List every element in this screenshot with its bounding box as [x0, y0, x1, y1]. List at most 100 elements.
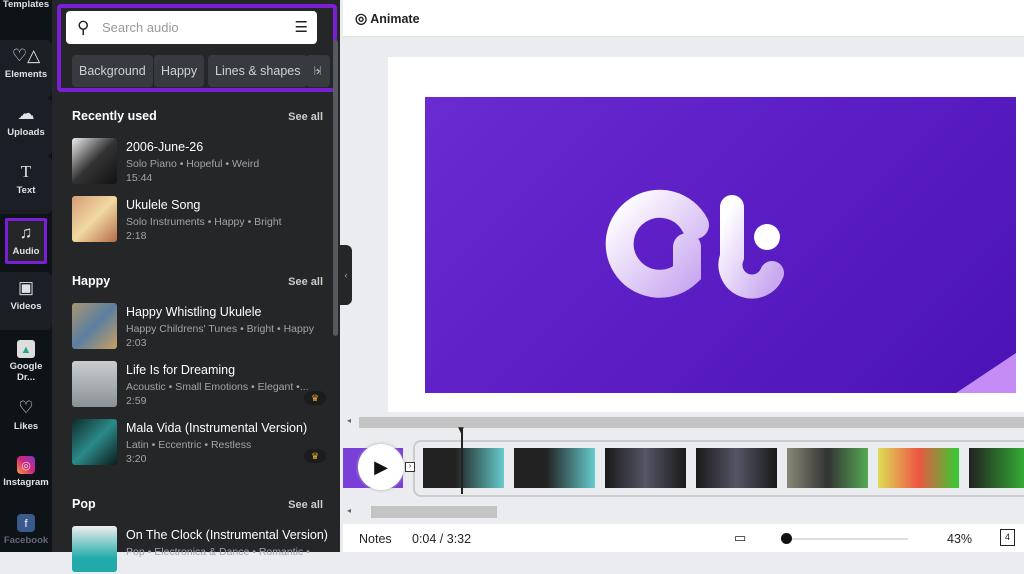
animate-icon: ◎: [355, 10, 368, 26]
track-duration: 3:20: [126, 453, 147, 465]
section-title: Pop: [72, 497, 96, 511]
track-thumbnail: [72, 526, 117, 572]
track-item[interactable]: Mala Vida (Instrumental Version) Latin • …: [72, 419, 332, 467]
track-item[interactable]: Life Is for Dreaming Acoustic • Small Emo…: [72, 361, 332, 409]
track-duration: 2:59: [126, 395, 147, 407]
track-thumbnail: [72, 303, 117, 349]
label: Instagram: [3, 477, 49, 488]
track-item[interactable]: Ukulele Song Solo Instruments • Happy • B…: [72, 196, 332, 244]
chip-lines-shapes[interactable]: Lines & shapes: [208, 55, 308, 87]
track-item[interactable]: 2006-June-26 Solo Piano • Hopeful • Weird…: [72, 138, 332, 186]
collapse-panel-handle[interactable]: ‹: [340, 245, 352, 305]
instagram-icon: ◎: [17, 456, 35, 474]
page-count-button[interactable]: 4: [1000, 529, 1015, 546]
chip-happy[interactable]: Happy: [154, 55, 205, 87]
present-view-icon[interactable]: ▭: [734, 530, 746, 546]
chip-next[interactable]: H›: [306, 55, 330, 87]
see-all-link[interactable]: See all: [288, 499, 323, 511]
track-item[interactable]: On The Clock (Instrumental Version) Pop •…: [72, 526, 332, 574]
crown-icon: ♛: [304, 449, 326, 463]
chip-background[interactable]: Background: [72, 55, 153, 87]
label: Likes: [13, 421, 39, 432]
cloud-upload-icon: ☁: [17, 104, 35, 123]
sidebar-item-likes[interactable]: ♡ Likes: [0, 392, 52, 450]
chevron-left-icon: ‹: [344, 270, 348, 280]
sidebar-item-audio[interactable]: ♫ Audio: [5, 218, 47, 264]
sidebar-item-google-drive[interactable]: ▲ Google Dr...: [0, 334, 52, 392]
timeline-frame[interactable]: [787, 448, 868, 488]
track-title: 2006-June-26: [126, 140, 204, 154]
timeline-scrollbar[interactable]: ◂: [343, 505, 1024, 519]
sidebar-item-instagram[interactable]: ◎ Instagram: [0, 450, 52, 508]
animate-label: Animate: [370, 12, 420, 26]
scroll-left-icon: ◂: [347, 416, 352, 425]
track-tags: Solo Piano • Hopeful • Weird: [126, 158, 260, 170]
canvas-scrollbar[interactable]: ◂: [343, 416, 1024, 429]
sidebar-item-facebook[interactable]: f Facebook: [0, 508, 52, 566]
label: Text: [16, 185, 36, 196]
sidebar-item-elements[interactable]: ♡△ Elements: [0, 40, 52, 98]
track-thumbnail: [72, 361, 117, 407]
audio-panel: ⚲ Search audio ☰ Background Happy Lines …: [52, 0, 340, 572]
timeline-frame[interactable]: [514, 448, 595, 488]
play-button[interactable]: ▶: [358, 444, 404, 490]
label: Google Dr...: [9, 361, 43, 383]
heart-icon: ♡: [18, 398, 34, 417]
see-all-link[interactable]: See all: [288, 111, 323, 123]
track-duration: 2:18: [126, 230, 147, 242]
track-title: Life Is for Dreaming: [126, 363, 236, 377]
track-tags: Latin • Eccentric • Restless: [126, 439, 252, 451]
timeline-frame[interactable]: [423, 448, 504, 488]
zoom-slider-knob[interactable]: [781, 533, 792, 544]
label: Audio: [12, 246, 40, 257]
track-tags: Acoustic • Small Emotions • Elegant •...: [126, 381, 309, 393]
section-title: Happy: [72, 274, 111, 288]
track-title: Happy Whistling Ukulele: [126, 305, 262, 319]
playhead-line[interactable]: [461, 428, 463, 494]
animate-button[interactable]: ◎ Animate: [355, 10, 420, 27]
sidebar-item-uploads[interactable]: ☁ Uploads: [0, 98, 52, 156]
timeline-frame[interactable]: [605, 448, 686, 488]
zoom-slider[interactable]: [781, 538, 908, 540]
track-tags: Solo Instruments • Happy • Bright: [126, 216, 282, 228]
top-toolbar: ◎ Animate: [343, 0, 1024, 37]
gt-logo: [605, 189, 784, 299]
sidebar-item-templates[interactable]: ▭Templates: [0, 0, 52, 28]
sidebar-item-videos[interactable]: ▣ Videos: [0, 272, 52, 330]
slide-canvas[interactable]: [425, 97, 1016, 393]
see-all-link[interactable]: See all: [288, 276, 323, 288]
text-icon: T: [20, 162, 32, 181]
search-input[interactable]: ⚲ Search audio ☰: [66, 11, 317, 44]
panel-scrollbar[interactable]: [333, 40, 338, 336]
facebook-icon: f: [17, 514, 35, 532]
label: Facebook: [3, 535, 49, 546]
notes-button[interactable]: Notes: [359, 532, 392, 546]
transition-icon[interactable]: ›: [405, 462, 415, 472]
label: Templates: [2, 0, 50, 10]
chevron-right-icon: ›: [316, 64, 321, 78]
track-title: Ukulele Song: [126, 198, 201, 212]
zoom-level[interactable]: 43%: [947, 532, 972, 546]
filter-icon[interactable]: ☰: [295, 11, 308, 44]
track-title: On The Clock (Instrumental Version): [126, 528, 328, 542]
track-item[interactable]: Happy Whistling Ukulele Happy Childrens' …: [72, 303, 332, 351]
slide-corner-shape: [956, 353, 1016, 393]
sidebar-rail: ▭Templates ♡△ Elements ☁ Uploads T Text ♫ Au…: [0, 0, 52, 552]
play-icon: ▶: [374, 457, 388, 477]
timeline-frame[interactable]: [696, 448, 777, 488]
section-title: Recently used: [72, 109, 157, 123]
google-drive-icon: ▲: [17, 340, 35, 358]
label: Elements: [4, 69, 48, 80]
playback-time: 0:04 / 3:32: [412, 532, 472, 546]
timeline-frame[interactable]: [878, 448, 959, 488]
search-placeholder: Search audio: [102, 20, 179, 35]
scroll-left-icon: ◂: [347, 506, 352, 515]
scroll-thumb[interactable]: [371, 506, 497, 518]
timeline-frame[interactable]: [969, 448, 1024, 488]
sidebar-item-text[interactable]: T Text: [0, 156, 52, 214]
bottom-bar: Notes 0:04 / 3:32 ▭ 43% 4: [343, 524, 1024, 552]
video-icon: ▣: [17, 278, 35, 297]
track-thumbnail: [72, 138, 117, 184]
shapes-icon: ♡△: [11, 46, 41, 65]
label: Uploads: [7, 127, 45, 138]
